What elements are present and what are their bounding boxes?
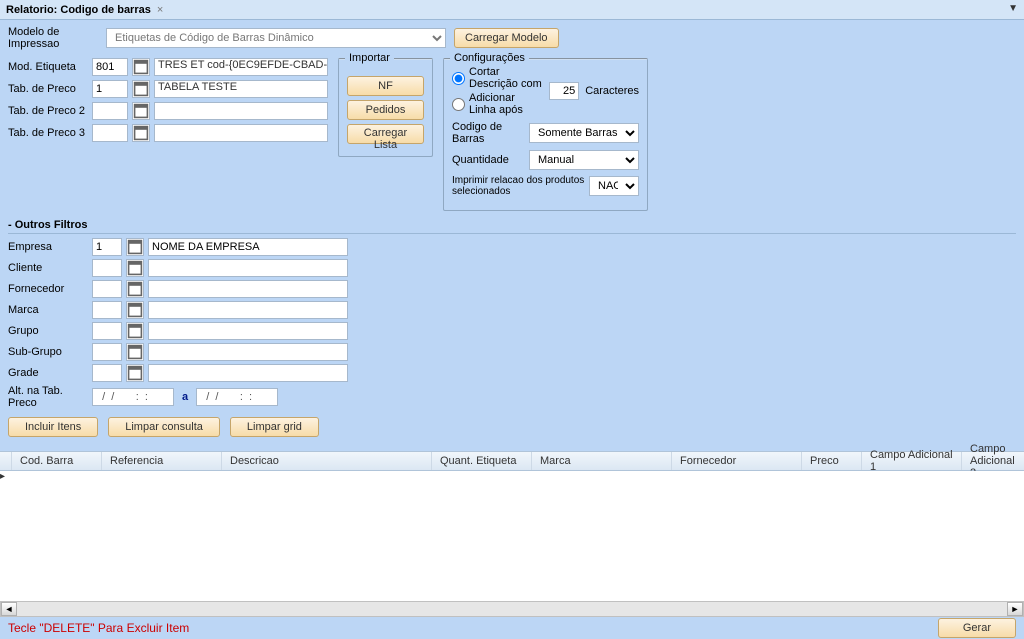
tab-preco2-desc — [154, 102, 328, 120]
filter-marca-desc[interactable] — [148, 301, 348, 319]
filter-grupo-desc[interactable] — [148, 322, 348, 340]
filter-fornecedor-desc[interactable] — [148, 280, 348, 298]
filters-block: Empresa Cliente Fornecedor Marca Grupo — [8, 238, 1016, 409]
filter-grade-picker[interactable] — [126, 364, 144, 382]
mod-etiqueta-label: Mod. Etiqueta — [8, 61, 88, 73]
tab-preco3-desc — [154, 124, 328, 142]
filter-marca-picker[interactable] — [126, 301, 144, 319]
import-pedidos-button[interactable]: Pedidos — [347, 100, 424, 120]
model-label: Modelo de Impressao — [8, 26, 98, 50]
clear-query-button[interactable]: Limpar consulta — [108, 417, 220, 437]
horizontal-scrollbar[interactable]: ◄ ► — [0, 601, 1024, 617]
mod-etiqueta-desc: TRES ET cod-{0EC9EFDE-CBAD-4852-8B6C-19A… — [154, 58, 328, 76]
filter-empresa-picker[interactable] — [126, 238, 144, 256]
barcode-select[interactable]: Somente Barras — [529, 123, 639, 143]
col-descricao[interactable]: Descricao — [222, 452, 432, 470]
print-label: Imprimir relacao dos produtos selecionad… — [452, 175, 585, 197]
radio-cortar[interactable]: Cortar Descrição com — [452, 66, 543, 90]
tab-preco-desc: TABELA TESTE — [154, 80, 328, 98]
col-preco[interactable]: Preco — [802, 452, 862, 470]
tab-preco2-picker[interactable] — [132, 102, 150, 120]
row-indicator-icon: ▸ — [0, 471, 5, 482]
qty-select[interactable]: Manual — [529, 150, 639, 170]
clear-grid-button[interactable]: Limpar grid — [230, 417, 319, 437]
mod-etiqueta-picker[interactable] — [132, 58, 150, 76]
radio-adicionar[interactable]: Adicionar Linha após — [452, 92, 543, 116]
filter-cliente-desc[interactable] — [148, 259, 348, 277]
filter-grade-desc[interactable] — [148, 364, 348, 382]
tab-preco-picker[interactable] — [132, 80, 150, 98]
col-adic1[interactable]: Campo Adicional 1 — [862, 452, 962, 470]
tab-preco-label: Tab. de Preco — [8, 83, 88, 95]
filter-grupo-id[interactable] — [92, 322, 122, 340]
filter-fornecedor-id[interactable] — [92, 280, 122, 298]
filter-subgrupo-desc[interactable] — [148, 343, 348, 361]
filter-grupo-picker[interactable] — [126, 322, 144, 340]
filter-grade-label: Grade — [8, 367, 88, 379]
filter-date-label: Alt. na Tab. Preco — [8, 385, 88, 409]
tab-preco2-label: Tab. de Preco 2 — [8, 105, 88, 117]
scroll-left-icon[interactable]: ◄ — [1, 602, 17, 616]
filter-marca-id[interactable] — [92, 301, 122, 319]
date-to-input[interactable] — [196, 388, 278, 406]
left-fields: Mod. Etiqueta TRES ET cod-{0EC9EFDE-CBAD… — [8, 58, 328, 146]
window-menu-dropdown-icon[interactable]: ▼ — [1008, 3, 1018, 14]
col-marca[interactable]: Marca — [532, 452, 672, 470]
print-select[interactable]: NAO — [589, 176, 639, 196]
filter-cliente-picker[interactable] — [126, 259, 144, 277]
filter-grupo-label: Grupo — [8, 325, 88, 337]
date-separator: a — [182, 391, 188, 403]
filter-cliente-label: Cliente — [8, 262, 88, 274]
grid-header: Cod. Barra Referencia Descricao Quant. E… — [0, 451, 1024, 471]
import-box: Importar NF Pedidos Carregar Lista — [338, 58, 433, 157]
model-select[interactable]: Etiquetas de Código de Barras Dinâmico — [106, 28, 446, 48]
col-codbarra[interactable]: Cod. Barra — [12, 452, 102, 470]
filter-empresa-id[interactable] — [92, 238, 122, 256]
filter-marca-label: Marca — [8, 304, 88, 316]
tab-bar: Relatorio: Codigo de barras × ▼ — [0, 0, 1024, 20]
load-model-button[interactable]: Carregar Modelo — [454, 28, 559, 48]
include-items-button[interactable]: Incluir Itens — [8, 417, 98, 437]
col-fornecedor[interactable]: Fornecedor — [672, 452, 802, 470]
filter-empresa-label: Empresa — [8, 241, 88, 253]
import-title: Importar — [345, 52, 394, 64]
tab-preco3-id[interactable] — [92, 124, 128, 142]
tab-preco-id[interactable] — [92, 80, 128, 98]
barcode-label: Codigo de Barras — [452, 121, 523, 145]
close-icon[interactable]: × — [157, 4, 163, 16]
config-box: Configurações Cortar Descrição com Adici… — [443, 58, 648, 211]
col-quant[interactable]: Quant. Etiqueta — [432, 452, 532, 470]
tab-preco3-picker[interactable] — [132, 124, 150, 142]
filter-fornecedor-label: Fornecedor — [8, 283, 88, 295]
filter-cliente-id[interactable] — [92, 259, 122, 277]
filter-fornecedor-picker[interactable] — [126, 280, 144, 298]
grid-body[interactable]: ▸ — [0, 471, 1024, 601]
filters-title: Outros Filtros — [8, 219, 1016, 234]
import-carregar-button[interactable]: Carregar Lista — [347, 124, 424, 144]
tab-preco3-label: Tab. de Preco 3 — [8, 127, 88, 139]
mod-etiqueta-id[interactable] — [92, 58, 128, 76]
col-referencia[interactable]: Referencia — [102, 452, 222, 470]
tab-title: Relatorio: Codigo de barras — [6, 4, 151, 16]
col-adic2[interactable]: Campo Adicional 2 — [962, 452, 1024, 470]
filter-subgrupo-id[interactable] — [92, 343, 122, 361]
filter-grade-id[interactable] — [92, 364, 122, 382]
tab-preco2-id[interactable] — [92, 102, 128, 120]
date-from-input[interactable] — [92, 388, 174, 406]
scroll-right-icon[interactable]: ► — [1007, 602, 1023, 616]
import-nf-button[interactable]: NF — [347, 76, 424, 96]
char-count-input[interactable] — [549, 82, 579, 100]
gerar-button[interactable]: Gerar — [938, 618, 1016, 638]
filter-empresa-desc[interactable] — [148, 238, 348, 256]
qty-label: Quantidade — [452, 154, 523, 166]
footer-message: Tecle "DELETE" Para Excluir Item — [8, 621, 189, 635]
char-label: Caracteres — [585, 85, 639, 97]
filter-subgrupo-label: Sub-Grupo — [8, 346, 88, 358]
filter-subgrupo-picker[interactable] — [126, 343, 144, 361]
config-title: Configurações — [450, 52, 529, 64]
